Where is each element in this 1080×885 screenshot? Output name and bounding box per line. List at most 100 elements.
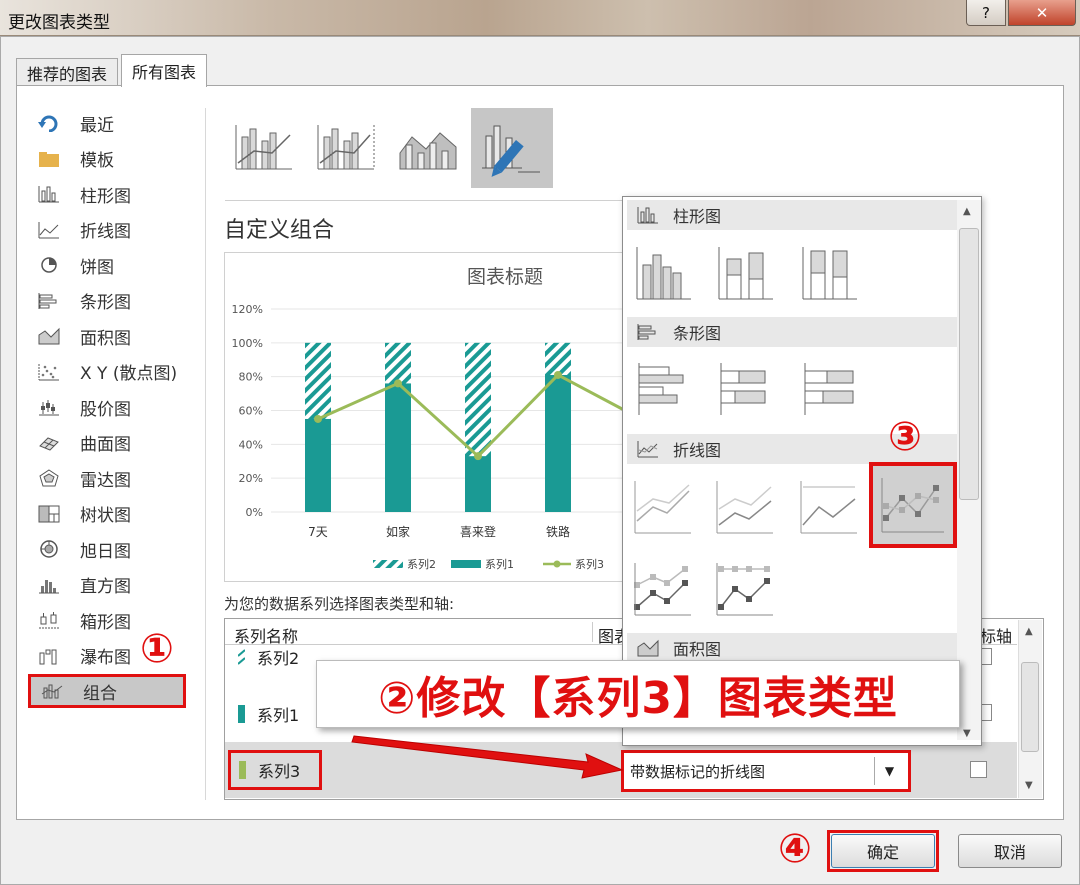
- x-tick-label: 喜来登: [460, 524, 496, 539]
- stacked-bar-thumb[interactable]: [714, 358, 776, 420]
- scroll-down-icon[interactable]: ▼: [963, 728, 971, 739]
- section-divider: [225, 200, 625, 201]
- line-thumb[interactable]: [632, 476, 694, 538]
- histogram-icon: [36, 574, 62, 596]
- combo-column-line-secondary-axis-icon[interactable]: [310, 110, 382, 186]
- chart-type-value: 带数据标记的折线图: [630, 762, 766, 781]
- close-button[interactable]: ✕: [1008, 0, 1076, 26]
- percent-stacked-line-markers-thumb[interactable]: [714, 558, 776, 620]
- cancel-button[interactable]: 取消: [958, 834, 1062, 868]
- sidebar-item-area-chart[interactable]: 面积图: [28, 319, 186, 353]
- column-chart-icon: [637, 206, 659, 224]
- treemap-icon: [36, 503, 62, 525]
- sidebar-item-stock-chart[interactable]: 股价图: [28, 390, 186, 424]
- ok-button[interactable]: 确定: [831, 834, 935, 868]
- header-secondary-axis: 标轴: [980, 627, 1013, 646]
- preview-chart: 图表标题 0% 20% 40% 60% 80% 100% 120% 7天 如家 喜来登 铁路系列2 系列…: [232, 266, 625, 571]
- pie-chart-icon: [36, 254, 62, 276]
- table-scrollbar[interactable]: ▲ ▼: [1018, 620, 1042, 798]
- window-title: 更改图表类型: [8, 13, 110, 33]
- bar-series1: [385, 383, 411, 512]
- tab-recommended-charts[interactable]: 推荐的图表: [16, 58, 119, 86]
- recent-icon: [36, 112, 62, 134]
- sidebar-item-folder[interactable]: 模板: [28, 142, 186, 176]
- percent-stacked-column-thumb[interactable]: [798, 242, 860, 304]
- sidebar-item-label: X Y (散点图): [80, 364, 178, 384]
- sidebar-item-combo-chart[interactable]: 组合: [28, 674, 186, 708]
- line-chart-icon: [637, 440, 659, 458]
- stock-chart-icon: [36, 396, 62, 418]
- series3-chart-type-select[interactable]: 带数据标记的折线图 ▼: [621, 750, 911, 792]
- sidebar-item-scatter-chart[interactable]: X Y (散点图): [28, 355, 186, 389]
- gallery-scroll-thumb[interactable]: [959, 228, 979, 500]
- area-chart-icon: [36, 325, 62, 347]
- x-tick-label: 铁路: [546, 524, 570, 539]
- legend-label: 系列2: [407, 557, 436, 571]
- sidebar-item-label: 条形图: [80, 293, 131, 313]
- bar-chart-icon: [36, 290, 62, 312]
- stacked-line-thumb[interactable]: [714, 476, 776, 538]
- step-1-marker: ①: [140, 626, 174, 672]
- sidebar-item-label: 最近: [80, 115, 114, 136]
- scroll-down-icon[interactable]: ▼: [1025, 780, 1033, 791]
- header-series-name: 系列名称: [234, 627, 299, 646]
- y-tick-label: 20%: [239, 472, 263, 485]
- series-swatch-hatched: [238, 649, 245, 665]
- secondary-axis-checkbox[interactable]: [970, 761, 987, 778]
- percent-stacked-line-thumb[interactable]: [798, 476, 860, 538]
- bar-chart-icon: [637, 323, 659, 341]
- sidebar-item-bar-chart[interactable]: 条形图: [28, 284, 186, 318]
- series3-name-highlight[interactable]: 系列3: [228, 750, 322, 790]
- series-prompt: 为您的数据系列选择图表类型和轴:: [224, 595, 455, 613]
- clustered-column-thumb[interactable]: [632, 242, 694, 304]
- legend-label: 系列3: [575, 557, 604, 571]
- sidebar-item-line-chart[interactable]: 折线图: [28, 213, 186, 247]
- table-row[interactable]: 系列1: [238, 703, 299, 725]
- scroll-up-icon[interactable]: ▲: [963, 206, 971, 217]
- sidebar-item-column-chart[interactable]: 柱形图: [28, 177, 186, 211]
- gallery-section-label: 条形图: [673, 324, 722, 343]
- gallery-section-bar: 条形图: [627, 317, 957, 347]
- sidebar-item-pie-chart[interactable]: 饼图: [28, 248, 186, 282]
- help-button[interactable]: ?: [966, 0, 1006, 26]
- scatter-chart-icon: [36, 361, 62, 383]
- area-chart-icon: [637, 639, 659, 657]
- series-name: 系列2: [257, 649, 300, 668]
- scroll-up-icon[interactable]: ▲: [1025, 626, 1033, 637]
- table-scroll-thumb[interactable]: [1021, 662, 1039, 752]
- section-title: 自定义组合: [224, 218, 335, 243]
- step-4-marker: ④: [778, 826, 812, 872]
- sidebar-item-radar-chart[interactable]: 雷达图: [28, 461, 186, 495]
- stacked-column-thumb[interactable]: [714, 242, 776, 304]
- sidebar-item-histogram[interactable]: 直方图: [28, 568, 186, 602]
- line-with-markers-thumb[interactable]: [869, 462, 957, 548]
- percent-stacked-bar-thumb[interactable]: [798, 358, 860, 420]
- gallery-section-column: 柱形图: [627, 200, 957, 230]
- bar-series1: [465, 456, 491, 512]
- gallery-section-label: 折线图: [673, 441, 722, 460]
- bar-series1: [305, 418, 331, 512]
- stacked-line-markers-thumb[interactable]: [632, 558, 694, 620]
- gallery-section-area: 面积图: [627, 633, 957, 663]
- sidebar-item-surface-chart[interactable]: 曲面图: [28, 426, 186, 460]
- x-tick-label: 7天: [308, 525, 328, 539]
- sidebar-item-label: 瀑布图: [80, 648, 131, 668]
- y-tick-label: 60%: [239, 405, 263, 418]
- table-row[interactable]: 系列2: [238, 646, 299, 668]
- combo-clustered-column-line-icon[interactable]: [228, 110, 300, 186]
- chevron-down-icon[interactable]: ▼: [874, 757, 904, 785]
- sidebar-item-treemap[interactable]: 树状图: [28, 497, 186, 531]
- sidebar-item-label: 柱形图: [80, 186, 131, 207]
- chart-title: 图表标题: [467, 266, 543, 288]
- chart-preview: 图表标题 0% 20% 40% 60% 80% 100% 120% 7天 如家 喜来登 铁路 系列2 系列…: [224, 252, 625, 582]
- combo-area-column-icon[interactable]: [392, 110, 464, 186]
- clustered-bar-thumb[interactable]: [632, 358, 694, 420]
- combo-custom-icon[interactable]: [471, 108, 553, 188]
- tab-all-charts[interactable]: 所有图表: [121, 54, 208, 87]
- sidebar-item-recent[interactable]: 最近: [28, 106, 186, 140]
- sidebar-item-sunburst[interactable]: 旭日图: [28, 532, 186, 566]
- gallery-section-label: 面积图: [673, 640, 722, 659]
- sidebar-item-label: 折线图: [80, 222, 131, 242]
- sidebar-item-label: 箱形图: [80, 612, 131, 633]
- marker-series3: [554, 370, 562, 379]
